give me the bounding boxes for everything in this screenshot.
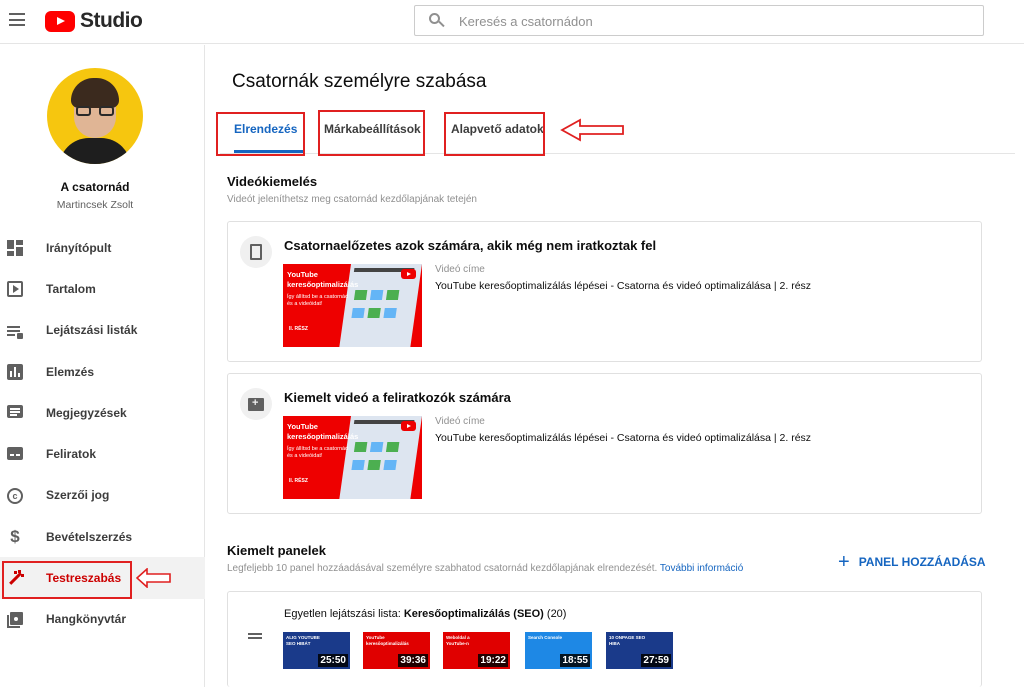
video-title-label: Videó címe xyxy=(435,416,485,427)
featured-video-card[interactable]: Kiemelt videó a feliratkozók számára You… xyxy=(227,373,982,514)
add-section-button[interactable]: + PANEL HOZZÁADÁSA xyxy=(838,551,986,573)
sidebar-item-label: Szerzői jog xyxy=(46,488,110,503)
video-thumbnail[interactable]: YouTube keresőoptimalizálás Így állítsd … xyxy=(283,264,422,347)
annotation-box-tab-basic-info xyxy=(444,112,545,156)
playlist-thumbnail[interactable]: 10 ONPAGE SEO HIBA 27:59 xyxy=(606,632,673,669)
sidebar-item-label: Irányítópult xyxy=(46,240,112,255)
sidebar-item-comments[interactable]: Megjegyzések xyxy=(0,392,205,433)
annotation-box-tab-branding xyxy=(318,110,425,156)
video-duration: 18:55 xyxy=(560,654,590,667)
sidebar-item-label: Tartalom xyxy=(46,281,96,296)
search-box[interactable] xyxy=(414,5,984,36)
annotation-box-tab-layout xyxy=(216,112,305,156)
playlist-thumbnail[interactable]: YouTube keresőoptimalizálás 39:36 xyxy=(363,632,430,669)
analytics-icon xyxy=(7,363,23,380)
thumbnail-part: II. RÉSZ xyxy=(289,478,308,484)
video-title: YouTube keresőoptimalizálás lépései - Cs… xyxy=(435,280,812,292)
youtube-play-icon xyxy=(45,10,75,32)
content-icon xyxy=(7,281,23,298)
video-duration: 19:22 xyxy=(478,654,508,667)
playlist-thumbnail[interactable]: Search Console 18:55 xyxy=(525,632,592,669)
studio-logo[interactable]: Studio xyxy=(45,9,143,33)
annotation-arrow-left xyxy=(560,118,624,142)
sidebar-item-label: Bevételszerzés xyxy=(46,529,133,544)
channel-name: A csatornád xyxy=(60,180,130,194)
thumbnail-subtitle: Így állítsd be a csatornád és a videóida… xyxy=(287,446,349,459)
youtube-play-icon xyxy=(401,421,416,431)
sidebar-item-dashboard[interactable]: Irányítópult xyxy=(0,227,205,268)
video-film-icon xyxy=(240,236,272,268)
sidebar-item-content[interactable]: Tartalom xyxy=(0,268,205,309)
comments-icon xyxy=(7,405,23,419)
playlist-name: Keresőoptimalizálás (SEO) xyxy=(403,608,544,620)
sidebar-item-copyright[interactable]: c Szerzői jog xyxy=(0,475,205,516)
playlist-section-title: Egyetlen lejátszási lista: Keresőoptimal… xyxy=(284,608,566,620)
video-spotlight-title: Videókiemelés xyxy=(227,174,318,189)
menu-icon[interactable] xyxy=(9,13,25,26)
card-title: Csatornaelőzetes azok számára, akik még … xyxy=(284,238,657,253)
sidebar-item-analytics[interactable]: Elemzés xyxy=(0,351,205,392)
subtitles-icon xyxy=(7,447,23,461)
annotation-arrow-left xyxy=(136,568,171,588)
video-title-label: Videó címe xyxy=(435,264,485,275)
channel-owner: Martincsek Zsolt xyxy=(56,199,134,211)
thumbnail-title: YouTube keresőoptimalizálás xyxy=(287,422,359,441)
playlist-section-card[interactable]: Egyetlen lejátszási lista: Keresőoptimal… xyxy=(227,591,982,687)
sidebar-item-audio-library[interactable]: Hangkönyvtár xyxy=(0,599,205,640)
plus-icon: + xyxy=(838,551,850,573)
featured-sections-description: Legfeljebb 10 panel hozzáadásával személ… xyxy=(227,563,658,574)
search-icon xyxy=(429,13,445,29)
search-input[interactable] xyxy=(459,11,959,31)
playlist-thumbnail[interactable]: ALIG YOUTUBE SEO HIBÁT 25:50 xyxy=(283,632,350,669)
playlist-prefix: Egyetlen lejátszási lista: xyxy=(284,608,401,620)
more-info-link[interactable]: További információ xyxy=(660,563,743,574)
playlists-icon xyxy=(7,323,23,339)
dollar-icon: $ xyxy=(10,527,20,547)
featured-sections-subtitle: Legfeljebb 10 panel hozzáadásával személ… xyxy=(227,563,743,574)
top-bar: Studio xyxy=(0,0,1024,44)
playlist-count: (20) xyxy=(546,608,567,620)
youtube-play-icon xyxy=(401,269,416,279)
video-title: YouTube keresőoptimalizálás lépései - Cs… xyxy=(435,432,812,444)
audio-library-icon xyxy=(7,611,23,628)
video-duration: 25:50 xyxy=(318,654,348,667)
sidebar-item-label: Feliratok xyxy=(46,447,97,462)
channel-avatar[interactable] xyxy=(47,68,143,164)
sidebar-item-playlists[interactable]: Lejátszási listák xyxy=(0,310,205,351)
dashboard-icon xyxy=(7,240,23,256)
trailer-card[interactable]: Csatornaelőzetes azok számára, akik még … xyxy=(227,221,982,362)
sidebar-item-subtitles[interactable]: Feliratok xyxy=(0,433,205,474)
card-title: Kiemelt videó a feliratkozók számára xyxy=(284,390,511,405)
logo-text: Studio xyxy=(80,9,143,32)
video-duration: 39:36 xyxy=(398,654,428,667)
thumbnail-title: YouTube keresőoptimalizálás xyxy=(287,270,359,289)
video-duration: 27:59 xyxy=(641,654,671,667)
add-section-label: PANEL HOZZÁADÁSA xyxy=(858,555,986,569)
thumbnail-subtitle: Így állítsd be a csatornád és a videóida… xyxy=(287,294,349,307)
drag-handle-icon[interactable] xyxy=(248,633,262,639)
annotation-box-customization xyxy=(2,561,132,599)
thumbnail-part: II. RÉSZ xyxy=(289,326,308,332)
sidebar-item-label: Lejátszási listák xyxy=(46,323,138,338)
featured-sections-title: Kiemelt panelek xyxy=(227,543,326,558)
copyright-icon: c xyxy=(7,487,23,504)
sidebar-item-label: Hangkönyvtár xyxy=(46,612,127,627)
video-thumbnail[interactable]: YouTube keresőoptimalizálás Így állítsd … xyxy=(283,416,422,499)
sidebar-item-monetization[interactable]: $ Bevételszerzés xyxy=(0,516,205,557)
sidebar-item-label: Megjegyzések xyxy=(46,405,127,420)
playlist-thumbnail[interactable]: Weboldal a YouTube-n 19:22 xyxy=(443,632,510,669)
add-video-icon xyxy=(240,388,272,420)
page-title: Csatornák személyre szabása xyxy=(232,71,487,92)
video-spotlight-subtitle: Videót jeleníthetsz meg csatornád kezdől… xyxy=(227,194,477,205)
sidebar-item-label: Elemzés xyxy=(46,364,95,379)
